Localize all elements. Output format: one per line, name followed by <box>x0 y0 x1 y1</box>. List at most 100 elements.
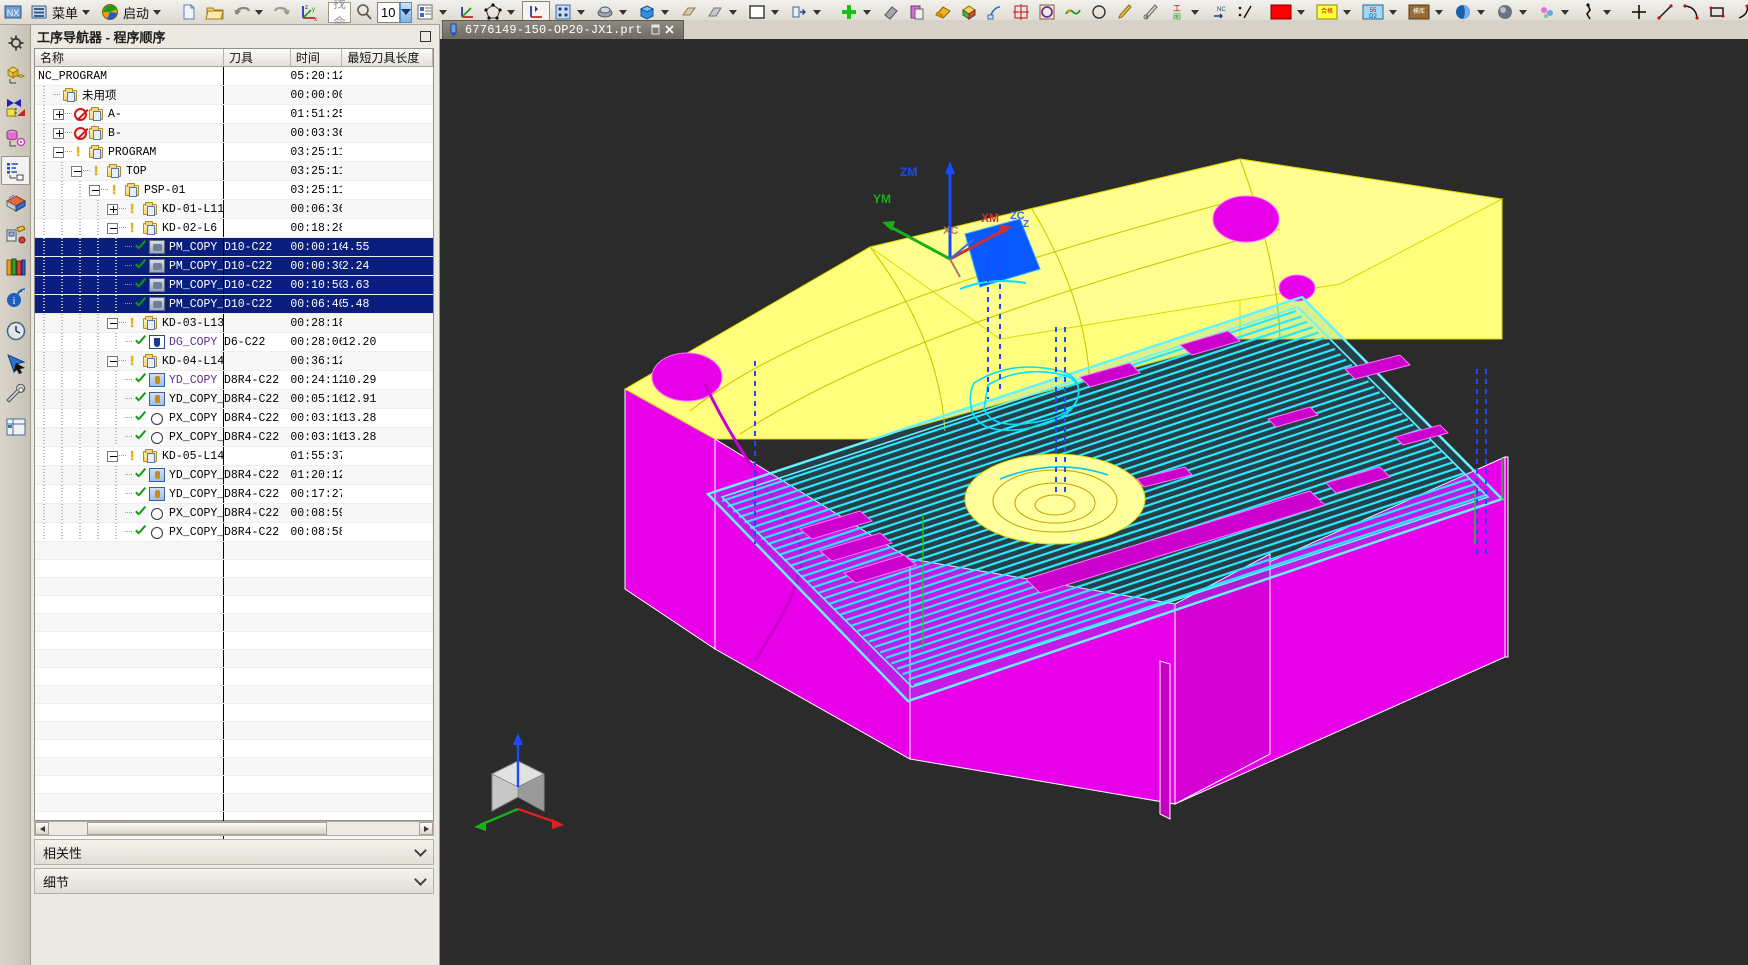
cell-name[interactable]: PM_COPY_... <box>35 256 224 276</box>
chevron-down-icon[interactable] <box>1190 9 1199 15</box>
cell-name[interactable]: PSP-01 <box>35 180 224 200</box>
collapse-button[interactable] <box>107 450 118 462</box>
table-row[interactable]: PX_COPY D8R4-C22 00:03:16 13.28 <box>35 408 433 428</box>
cell-time[interactable]: 01:20:12 <box>290 465 342 485</box>
start-button[interactable]: 启动 <box>97 1 168 24</box>
cell-time[interactable]: 00:08:58 <box>290 522 342 542</box>
chevron-down-icon[interactable] <box>255 9 264 15</box>
column-header-time[interactable]: 时间 <box>290 49 343 67</box>
table-row[interactable]: KD-03-L13 00:28:18 <box>35 313 433 333</box>
details-accordion[interactable]: 细节 <box>34 868 434 894</box>
table-row[interactable]: PX_COPY_...D8R4-C2200:08:58 <box>35 522 433 542</box>
table-row[interactable]: KD-02-L6 00:18:28 <box>35 218 433 238</box>
cell-name[interactable]: YD_COPY_... <box>35 389 224 409</box>
cell-name[interactable]: PM_COPY <box>35 237 224 257</box>
cell-name[interactable]: YD_COPY <box>35 370 224 390</box>
cell-min-tool-length[interactable]: 10.29 <box>341 370 433 390</box>
cell-min-tool-length[interactable]: 2.24 <box>341 256 433 276</box>
cell-name[interactable]: YD_COPY_... <box>35 465 224 485</box>
scroll-thumb[interactable] <box>87 822 327 835</box>
table-row[interactable]: KD-05-L14 01:55:37 <box>35 446 433 466</box>
part-tab[interactable]: 6776149-150-OP20-JX1.prt <box>442 20 684 39</box>
cell-tool[interactable]: D8R4-C22 <box>222 427 291 447</box>
cell-tool[interactable]: D8R4-C22 <box>222 370 291 390</box>
operation-tree[interactable]: 名称 刀具 时间 最短刀具长度 NC_PROGRAM 05:20:12 未用项 00:… <box>34 48 434 866</box>
info-wifi-icon[interactable]: i <box>1 284 30 313</box>
column-header-minlen[interactable]: 最短刀具长度 <box>341 49 433 67</box>
column-header-name[interactable]: 名称 <box>35 49 224 67</box>
cell-tool[interactable] <box>222 446 291 466</box>
cell-tool[interactable]: D10-C22 <box>222 237 291 257</box>
cell-name[interactable]: TOP <box>35 161 224 181</box>
collapse-button[interactable] <box>107 317 118 329</box>
cell-name[interactable]: PX_COPY_... <box>35 503 224 523</box>
cell-tool[interactable]: D8R4-C22 <box>222 522 291 542</box>
chevron-down-icon[interactable] <box>1560 9 1569 15</box>
cell-tool[interactable] <box>222 161 291 181</box>
chevron-down-icon[interactable] <box>576 9 585 15</box>
expand-button[interactable] <box>53 127 64 139</box>
cell-time[interactable]: 00:00:00 <box>290 85 342 105</box>
cell-name[interactable]: PX_COPY <box>35 408 224 428</box>
table-row[interactable]: A- 01:51:25 <box>35 104 433 124</box>
tree-horizontal-scrollbar[interactable] <box>34 821 434 836</box>
chevron-down-icon[interactable] <box>770 9 779 15</box>
cell-tool[interactable] <box>222 351 291 371</box>
chevron-down-icon[interactable] <box>862 9 871 15</box>
search-button[interactable] <box>351 1 377 24</box>
cell-time[interactable]: 00:00:30 <box>290 256 342 276</box>
cell-min-tool-length[interactable] <box>341 85 433 105</box>
chevron-down-icon[interactable] <box>414 843 427 857</box>
history-clock-icon[interactable] <box>1 316 30 345</box>
cell-min-tool-length[interactable]: 12.20 <box>341 332 433 352</box>
cell-time[interactable]: 00:28:06 <box>290 332 342 352</box>
table-row[interactable]: PM_COPY D10-C22 00:00:16 4.55 <box>35 237 433 257</box>
chevron-down-icon[interactable] <box>1342 9 1351 15</box>
cell-min-tool-length[interactable] <box>341 199 433 219</box>
table-row[interactable]: PROGRAM 03:25:11 <box>35 142 433 162</box>
cell-time[interactable]: 00:28:18 <box>290 313 342 333</box>
cell-tool[interactable] <box>222 218 291 238</box>
table-row[interactable]: PM_COPY_...D10-C2200:10:503.63 <box>35 275 433 295</box>
cell-tool[interactable]: D10-C22 <box>222 275 291 295</box>
chevron-down-icon[interactable] <box>660 9 669 15</box>
cell-time[interactable]: 00:06:36 <box>290 199 342 219</box>
cell-tool[interactable]: D6-C22 <box>222 332 291 352</box>
undo-button[interactable] <box>228 1 270 24</box>
graphics-viewport[interactable]: ZM YM ZC Z XC XM <box>440 39 1748 965</box>
library-icon[interactable] <box>1 252 30 281</box>
cell-time[interactable]: 00:03:16 <box>290 427 342 447</box>
cell-time[interactable]: 00:36:12 <box>290 351 342 371</box>
cell-min-tool-length[interactable] <box>341 218 433 238</box>
cell-tool[interactable]: D10-C22 <box>222 256 291 276</box>
cell-min-tool-length[interactable]: 3.63 <box>341 275 433 295</box>
cell-name[interactable]: PM_COPY_... <box>35 294 224 314</box>
cell-name[interactable]: KD-03-L13 <box>35 313 224 333</box>
chevron-down-icon[interactable] <box>1476 9 1485 15</box>
cam-toolpath-render[interactable] <box>440 39 1748 965</box>
machine-tool-icon[interactable] <box>1 188 30 217</box>
cell-time[interactable]: 01:55:37 <box>290 446 342 466</box>
collapse-button[interactable] <box>107 222 118 234</box>
cell-time[interactable]: 01:51:25 <box>290 104 342 124</box>
cell-tool[interactable] <box>222 123 291 143</box>
cell-name[interactable]: KD-04-L14 <box>35 351 224 371</box>
cell-min-tool-length[interactable] <box>341 484 433 504</box>
maximize-icon[interactable] <box>420 30 431 42</box>
cell-name[interactable]: KD-01-L11 <box>35 199 224 219</box>
grid-view-icon[interactable] <box>1 412 30 441</box>
column-header-tool[interactable]: 刀具 <box>223 49 291 67</box>
cell-time[interactable]: 00:03:16 <box>290 408 342 428</box>
chevron-down-icon[interactable] <box>82 9 91 15</box>
cell-tool[interactable]: D8R4-C22 <box>222 503 291 523</box>
chevron-down-icon[interactable] <box>618 9 627 15</box>
gear-icon[interactable] <box>1 28 30 57</box>
chevron-down-icon[interactable] <box>1388 9 1397 15</box>
table-row[interactable]: YD_COPY_...D8R4-C2200:17:27 <box>35 484 433 504</box>
feature-navigator-icon[interactable] <box>1 124 30 153</box>
chevron-down-icon[interactable] <box>506 9 515 15</box>
table-row[interactable]: TOP 03:25:11 <box>35 161 433 181</box>
cell-min-tool-length[interactable] <box>341 522 433 542</box>
cell-time[interactable]: 05:20:12 <box>290 66 342 86</box>
cell-time[interactable]: 03:25:11 <box>290 161 342 181</box>
